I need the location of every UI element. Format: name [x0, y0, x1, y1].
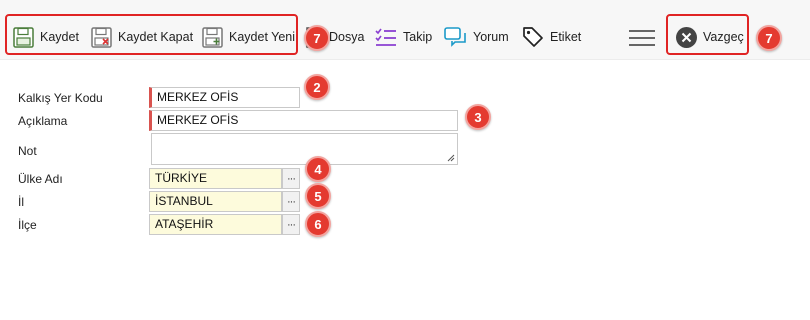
annotation-badge: 6: [305, 211, 331, 237]
kaydet-button[interactable]: Kaydet: [13, 23, 79, 51]
save-close-icon: [91, 26, 112, 48]
il-input[interactable]: İSTANBUL: [149, 191, 282, 212]
save-icon: [13, 26, 34, 48]
annotation-badge: 3: [465, 104, 491, 130]
ulke-adi-label: Ülke Adı: [18, 172, 63, 186]
il-lookup-button[interactable]: ···: [282, 191, 300, 212]
aciklama-input[interactable]: MERKEZ OFİS: [149, 110, 458, 131]
annotation-badge: 2: [304, 74, 330, 100]
aciklama-label: Açıklama: [18, 114, 68, 128]
ulke-adi-input[interactable]: TÜRKİYE: [149, 168, 282, 189]
vazgec-label: Vazgeç: [703, 30, 744, 44]
resize-grip-icon[interactable]: [447, 154, 455, 162]
etiket-label: Etiket: [550, 30, 582, 44]
kaydet-kapat-label: Kaydet Kapat: [118, 30, 194, 44]
ulke-lookup-button[interactable]: ···: [282, 168, 300, 189]
takip-label: Takip: [403, 30, 433, 44]
toolbar: Kaydet Kaydet Kapat Kaydet Yeni Dosya Ta…: [0, 0, 810, 60]
ilce-lookup-button[interactable]: ···: [282, 214, 300, 235]
yorum-label: Yorum: [473, 30, 509, 44]
kalkis-yer-kodu-input[interactable]: MERKEZ OFİS: [149, 87, 300, 108]
annotation-badge: 7: [756, 25, 782, 51]
hamburger-menu-icon[interactable]: [629, 28, 655, 48]
dosya-label: Dosya: [329, 30, 365, 44]
kaydet-yeni-label: Kaydet Yeni: [229, 30, 296, 44]
kaydet-yeni-button[interactable]: Kaydet Yeni: [202, 23, 295, 51]
save-new-icon: [202, 26, 223, 48]
il-label: İl: [18, 195, 24, 209]
annotation-badge: 5: [305, 183, 331, 209]
vazgec-button[interactable]: Vazgeç: [676, 23, 744, 51]
not-textarea[interactable]: [151, 133, 458, 165]
checklist-icon: [375, 27, 397, 47]
annotation-badge: 4: [305, 156, 331, 182]
yorum-button[interactable]: Yorum: [444, 23, 509, 51]
ilce-input[interactable]: ATAŞEHİR: [149, 214, 282, 235]
takip-button[interactable]: Takip: [375, 23, 432, 51]
close-circle-icon: [676, 26, 697, 48]
comment-icon: [444, 27, 467, 47]
kaydet-label: Kaydet: [40, 30, 79, 44]
kaydet-kapat-button[interactable]: Kaydet Kapat: [91, 23, 193, 51]
kalkis-yer-kodu-label: Kalkış Yer Kodu: [18, 91, 103, 105]
tag-icon: [522, 26, 544, 48]
not-label: Not: [18, 144, 37, 158]
annotation-badge: 7: [304, 25, 330, 51]
etiket-button[interactable]: Etiket: [522, 23, 581, 51]
ilce-label: İlçe: [18, 218, 37, 232]
